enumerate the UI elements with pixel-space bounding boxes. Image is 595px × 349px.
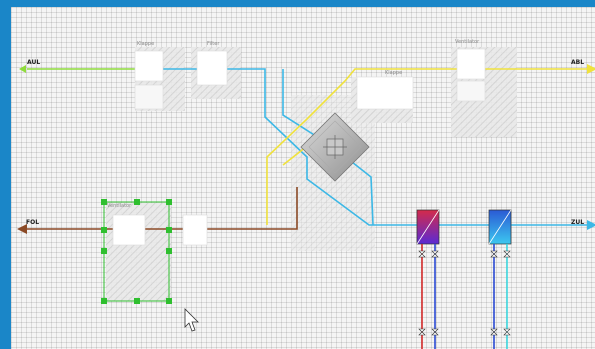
port-zul-label: ZUL: [571, 219, 584, 226]
port-fol-label: FOL: [26, 219, 39, 226]
ventilator-top-label: Ventilator: [455, 39, 480, 45]
ventilator-left-label: Ventilator: [107, 203, 132, 209]
resize-handle-e: [166, 248, 172, 254]
component-shadows: [106, 47, 517, 301]
valves[interactable]: [418, 250, 511, 336]
zul-arrow: [587, 220, 595, 230]
port-aul-label: AUL: [27, 59, 40, 66]
diagram-canvas[interactable]: AUL ABL FOL ZUL Klappe Filter Ventilator…: [11, 7, 595, 349]
cooling-coil[interactable]: [488, 209, 512, 349]
heating-coil[interactable]: [416, 209, 440, 349]
klappe-right-label: Klappe: [385, 70, 402, 76]
component-klappe-right[interactable]: Klappe: [356, 70, 414, 110]
resize-handle-nw: [101, 199, 107, 205]
resize-handle-s: [134, 298, 140, 304]
klappe-top-label: Klappe: [137, 41, 154, 47]
resize-handle-w: [101, 248, 107, 254]
mouse-cursor-icon: [184, 308, 199, 332]
resize-handle-ne: [166, 199, 172, 205]
component-klappe-top[interactable]: Klappe: [134, 41, 164, 110]
aul-arrow: [19, 65, 26, 73]
resize-handle-n: [134, 199, 140, 205]
filter-label: Filter: [207, 41, 220, 47]
port-abl-label: ABL: [571, 59, 584, 66]
resize-handle-sw: [101, 298, 107, 304]
abl-arrow: [587, 64, 595, 74]
resize-handle-se: [166, 298, 172, 304]
